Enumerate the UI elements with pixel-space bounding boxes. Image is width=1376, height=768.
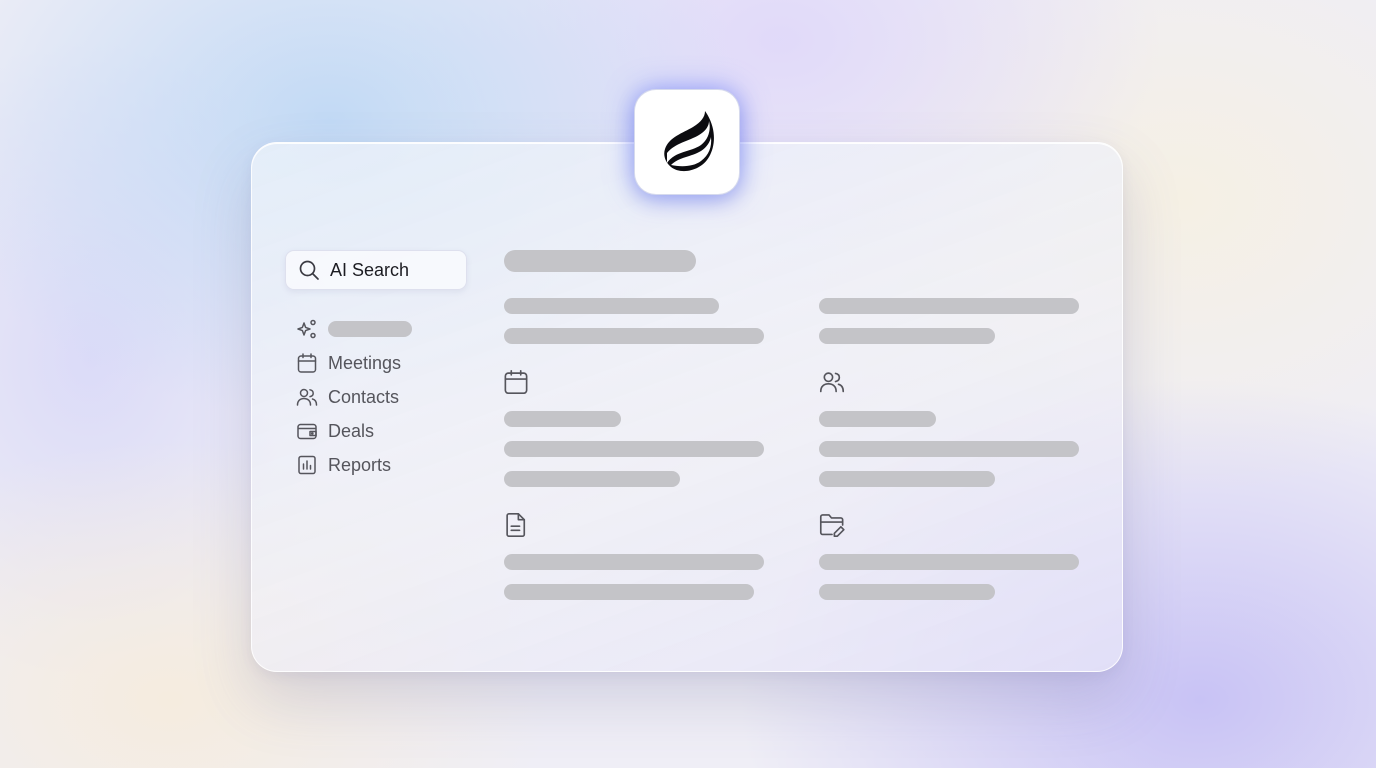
ai-search-label: AI Search xyxy=(330,259,410,280)
sidebar-item-label: Reports xyxy=(328,454,392,475)
sidebar-item-meetings[interactable]: Meetings xyxy=(296,346,476,380)
text-skeleton xyxy=(504,554,764,570)
text-skeleton xyxy=(819,441,1079,457)
text-skeleton xyxy=(819,471,995,487)
sidebar-item-label: Contacts xyxy=(328,386,400,407)
text-skeleton xyxy=(504,584,754,600)
flame-icon xyxy=(657,107,717,177)
folder-edit-icon xyxy=(819,512,845,538)
sidebar-item-label: Meetings xyxy=(328,352,402,373)
search-icon xyxy=(298,259,320,281)
app-logo xyxy=(634,89,740,195)
text-skeleton xyxy=(504,328,764,344)
sidebar-item-ai[interactable] xyxy=(296,312,476,346)
users-icon xyxy=(819,369,845,395)
sidebar-item-deals[interactable]: Deals xyxy=(296,414,476,448)
sidebar-item-reports[interactable]: Reports xyxy=(296,448,476,482)
calendar-icon xyxy=(296,352,318,374)
text-skeleton xyxy=(819,328,995,344)
ai-search-button[interactable]: AI Search xyxy=(285,250,467,290)
text-skeleton xyxy=(819,298,1079,314)
sidebar-item-contacts[interactable]: Contacts xyxy=(296,380,476,414)
sidebar-item-label: Deals xyxy=(328,420,375,441)
text-skeleton xyxy=(819,584,995,600)
sparkles-icon xyxy=(296,318,318,340)
sidebar-nav: Meetings Contacts Deals Reports xyxy=(296,312,476,482)
users-icon xyxy=(296,386,318,408)
document-icon xyxy=(503,512,529,538)
title-skeleton xyxy=(504,250,696,272)
text-skeleton xyxy=(819,554,1079,570)
text-skeleton xyxy=(504,471,680,487)
text-skeleton xyxy=(504,411,621,427)
bar-chart-icon xyxy=(296,454,318,476)
wallet-icon xyxy=(296,420,318,442)
text-skeleton xyxy=(819,411,936,427)
sidebar-item-skeleton xyxy=(328,321,412,337)
text-skeleton xyxy=(504,441,764,457)
calendar-icon xyxy=(503,369,529,395)
text-skeleton xyxy=(504,298,719,314)
